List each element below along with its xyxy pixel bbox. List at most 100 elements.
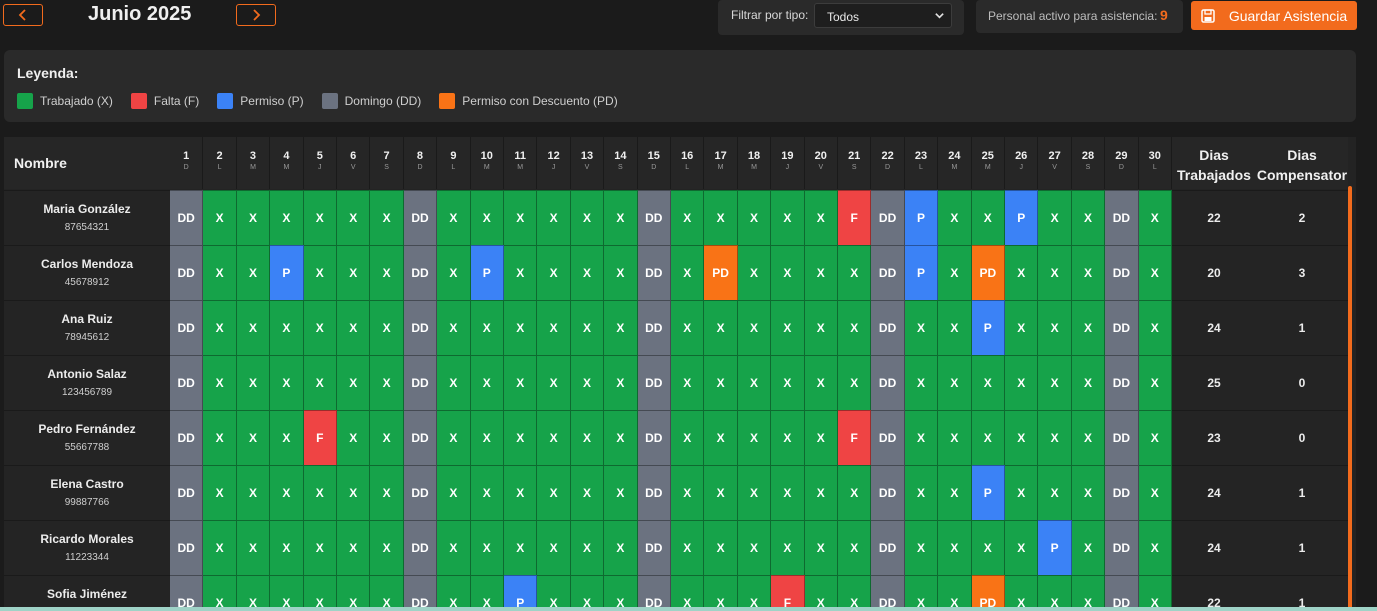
- attendance-cell[interactable]: X: [537, 465, 571, 520]
- attendance-cell[interactable]: X: [1038, 465, 1072, 520]
- attendance-cell[interactable]: X: [1005, 410, 1039, 465]
- attendance-cell[interactable]: X: [370, 245, 404, 300]
- attendance-cell[interactable]: X: [804, 410, 838, 465]
- attendance-cell[interactable]: X: [1071, 355, 1106, 410]
- attendance-cell[interactable]: X: [938, 190, 972, 245]
- attendance-cell[interactable]: X: [1071, 575, 1106, 611]
- attendance-cell[interactable]: X: [337, 520, 371, 575]
- attendance-cell[interactable]: X: [1005, 520, 1039, 575]
- attendance-cell[interactable]: X: [370, 520, 404, 575]
- attendance-cell[interactable]: X: [437, 520, 471, 575]
- attendance-cell[interactable]: X: [1071, 520, 1106, 575]
- attendance-cell[interactable]: X: [570, 245, 605, 300]
- attendance-cell[interactable]: X: [671, 410, 705, 465]
- attendance-cell[interactable]: X: [437, 355, 471, 410]
- attendance-cell[interactable]: X: [570, 190, 605, 245]
- attendance-cell[interactable]: X: [1071, 465, 1106, 520]
- attendance-cell[interactable]: X: [337, 190, 371, 245]
- attendance-cell[interactable]: DD: [403, 410, 438, 465]
- attendance-cell[interactable]: X: [470, 410, 504, 465]
- attendance-cell[interactable]: X: [604, 300, 638, 355]
- attendance-cell[interactable]: X: [470, 520, 504, 575]
- attendance-cell[interactable]: X: [604, 190, 638, 245]
- attendance-cell[interactable]: X: [604, 520, 638, 575]
- attendance-cell[interactable]: PD: [971, 575, 1005, 611]
- attendance-cell[interactable]: X: [1138, 520, 1172, 575]
- attendance-cell[interactable]: X: [904, 465, 939, 520]
- attendance-cell[interactable]: X: [437, 575, 471, 611]
- attendance-cell[interactable]: X: [537, 410, 571, 465]
- attendance-cell[interactable]: X: [838, 575, 872, 611]
- attendance-cell[interactable]: X: [570, 355, 605, 410]
- attendance-cell[interactable]: P: [504, 575, 538, 611]
- attendance-cell[interactable]: X: [704, 410, 738, 465]
- attendance-cell[interactable]: X: [704, 190, 738, 245]
- attendance-cell[interactable]: X: [1005, 245, 1039, 300]
- attendance-cell[interactable]: P: [904, 245, 939, 300]
- attendance-cell[interactable]: X: [671, 355, 705, 410]
- attendance-cell[interactable]: X: [270, 410, 304, 465]
- attendance-cell[interactable]: DD: [170, 575, 204, 611]
- attendance-cell[interactable]: X: [470, 190, 504, 245]
- attendance-cell[interactable]: X: [236, 575, 271, 611]
- attendance-cell[interactable]: DD: [637, 245, 671, 300]
- attendance-cell[interactable]: DD: [637, 190, 671, 245]
- attendance-cell[interactable]: X: [671, 300, 705, 355]
- attendance-cell[interactable]: DD: [871, 410, 905, 465]
- attendance-cell[interactable]: X: [804, 465, 838, 520]
- attendance-cell[interactable]: X: [1138, 410, 1172, 465]
- attendance-cell[interactable]: X: [537, 575, 571, 611]
- attendance-cell[interactable]: P: [1005, 190, 1039, 245]
- attendance-cell[interactable]: DD: [637, 465, 671, 520]
- attendance-cell[interactable]: DD: [637, 410, 671, 465]
- attendance-cell[interactable]: X: [971, 410, 1005, 465]
- attendance-cell[interactable]: X: [771, 300, 805, 355]
- attendance-cell[interactable]: X: [537, 355, 571, 410]
- attendance-cell[interactable]: F: [838, 190, 872, 245]
- attendance-cell[interactable]: DD: [637, 355, 671, 410]
- attendance-cell[interactable]: X: [1038, 190, 1072, 245]
- attendance-cell[interactable]: X: [704, 300, 738, 355]
- attendance-cell[interactable]: X: [203, 465, 237, 520]
- attendance-cell[interactable]: X: [1138, 465, 1172, 520]
- attendance-cell[interactable]: X: [270, 190, 304, 245]
- attendance-cell[interactable]: X: [470, 465, 504, 520]
- attendance-cell[interactable]: X: [504, 465, 538, 520]
- attendance-cell[interactable]: DD: [1105, 575, 1139, 611]
- attendance-cell[interactable]: DD: [1105, 520, 1139, 575]
- attendance-cell[interactable]: X: [938, 300, 972, 355]
- attendance-cell[interactable]: X: [236, 245, 271, 300]
- attendance-cell[interactable]: DD: [170, 520, 204, 575]
- attendance-cell[interactable]: X: [904, 355, 939, 410]
- attendance-cell[interactable]: DD: [170, 245, 204, 300]
- attendance-cell[interactable]: X: [1038, 575, 1072, 611]
- attendance-cell[interactable]: X: [938, 520, 972, 575]
- attendance-cell[interactable]: X: [437, 410, 471, 465]
- attendance-cell[interactable]: X: [270, 465, 304, 520]
- attendance-cell[interactable]: X: [771, 465, 805, 520]
- attendance-cell[interactable]: X: [604, 465, 638, 520]
- attendance-cell[interactable]: DD: [403, 355, 438, 410]
- attendance-cell[interactable]: X: [270, 300, 304, 355]
- attendance-cell[interactable]: DD: [170, 465, 204, 520]
- attendance-cell[interactable]: DD: [170, 190, 204, 245]
- attendance-cell[interactable]: X: [437, 245, 471, 300]
- attendance-cell[interactable]: X: [537, 520, 571, 575]
- attendance-cell[interactable]: P: [470, 245, 504, 300]
- attendance-cell[interactable]: DD: [871, 245, 905, 300]
- attendance-cell[interactable]: X: [537, 300, 571, 355]
- attendance-cell[interactable]: X: [737, 465, 772, 520]
- attendance-cell[interactable]: X: [1138, 575, 1172, 611]
- attendance-cell[interactable]: X: [704, 355, 738, 410]
- attendance-cell[interactable]: X: [904, 300, 939, 355]
- attendance-cell[interactable]: X: [771, 410, 805, 465]
- attendance-cell[interactable]: X: [437, 465, 471, 520]
- attendance-cell[interactable]: X: [704, 575, 738, 611]
- attendance-cell[interactable]: DD: [170, 410, 204, 465]
- attendance-cell[interactable]: X: [203, 355, 237, 410]
- attendance-cell[interactable]: X: [804, 520, 838, 575]
- attendance-cell[interactable]: X: [938, 355, 972, 410]
- attendance-cell[interactable]: DD: [403, 245, 438, 300]
- attendance-cell[interactable]: X: [470, 355, 504, 410]
- attendance-cell[interactable]: X: [337, 410, 371, 465]
